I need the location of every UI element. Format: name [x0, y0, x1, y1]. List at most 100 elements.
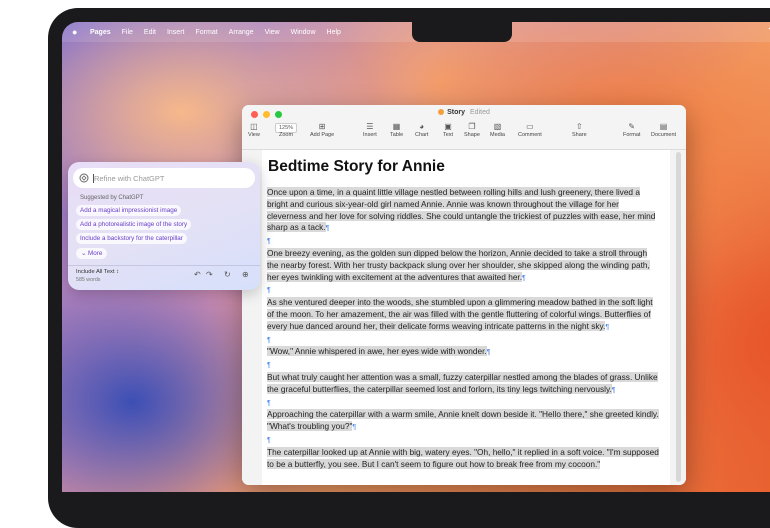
suggested-label: Suggested by ChatGPT — [80, 195, 144, 201]
empty-paragraph[interactable]: ¶ — [267, 434, 659, 447]
view-label: View — [248, 132, 260, 138]
add-page-icon: ⊞ — [318, 122, 326, 131]
window-title: Story Edited — [242, 109, 686, 116]
paragraph[interactable]: One breezy evening, as the golden sun di… — [267, 247, 659, 284]
menu-window[interactable]: Window — [291, 29, 316, 36]
menu-help[interactable]: Help — [327, 29, 341, 36]
paragraph-text: One breezy evening, as the golden sun di… — [267, 247, 650, 282]
more-button[interactable]: ⌄ More — [76, 248, 108, 259]
paragraph-text: The caterpillar looked up at Annie with … — [267, 446, 659, 469]
toolbar-share[interactable]: ⇧ Share — [572, 122, 587, 138]
toolbar-shape[interactable]: ❐ Shape — [464, 122, 480, 138]
edit-status: Edited — [470, 109, 490, 116]
paragraph-text: "Wow," Annie whispered in awe, her eyes … — [267, 346, 487, 357]
pilcrow-mark: ¶ — [267, 362, 271, 370]
toolbar-view[interactable]: ◫ View — [248, 122, 260, 138]
empty-paragraph[interactable]: ¶ — [267, 235, 659, 248]
add-icon[interactable]: ⊕ — [242, 270, 249, 279]
suggestion-caterpillar-backstory[interactable]: Include a backstory for the caterpillar — [76, 233, 187, 244]
menu-app-name[interactable]: Pages — [90, 29, 111, 36]
scroll-thumb[interactable] — [676, 152, 681, 482]
empty-paragraph[interactable]: ¶ — [267, 397, 659, 410]
paragraph[interactable]: The caterpillar looked up at Annie with … — [267, 446, 659, 471]
toolbar-insert[interactable]: ☰ Insert — [363, 122, 377, 138]
paragraph[interactable]: Approaching the caterpillar with a warm … — [267, 409, 659, 434]
pilcrow-mark: ¶ — [352, 424, 357, 432]
vertical-scrollbar[interactable] — [670, 150, 686, 485]
include-text-dropdown[interactable]: Include All Text ↕ — [76, 269, 119, 275]
toolbar-document[interactable]: ▤ Document — [651, 122, 676, 138]
desktop-screen: ● Pages File Edit Insert Format Arrange … — [62, 22, 770, 492]
menu-format[interactable]: Format — [195, 29, 217, 36]
document-name: Story — [447, 109, 466, 116]
sidebar-icon: ◫ — [250, 122, 258, 131]
format-label: Format — [623, 132, 641, 138]
toolbar-comment[interactable]: ▭ Comment — [518, 122, 542, 138]
toolbar-add-page[interactable]: ⊞ Add Page — [310, 122, 334, 138]
toolbar-table[interactable]: ▦ Table — [390, 122, 403, 138]
include-label: Include All Text — [76, 269, 115, 275]
pilcrow-mark: ¶ — [267, 287, 271, 295]
document-icon-toolbar: ▤ — [659, 122, 668, 131]
toolbar-format[interactable]: ✎ Format — [623, 122, 640, 138]
empty-paragraph[interactable]: ¶ — [267, 284, 659, 297]
pilcrow-mark: ¶ — [267, 399, 271, 407]
comment-icon: ▭ — [526, 122, 534, 131]
pilcrow-mark: ¶ — [486, 349, 491, 357]
toolbar-zoom[interactable]: 125% Zoom — [275, 122, 298, 138]
empty-paragraph[interactable]: ¶ — [267, 334, 659, 347]
paragraph-text: But what truly caught her attention was … — [267, 371, 658, 394]
pilcrow-mark: ¶ — [267, 436, 271, 444]
regenerate-icon[interactable]: ↻ — [224, 270, 231, 279]
toolbar-text[interactable]: ▣ Text — [443, 122, 453, 138]
paragraph-text: Approaching the caterpillar with a warm … — [267, 409, 659, 432]
apple-menu-icon[interactable]: ● — [72, 27, 82, 37]
shape-icon: ❐ — [468, 122, 476, 131]
text-label: Text — [443, 132, 454, 138]
pilcrow-mark: ¶ — [522, 274, 526, 282]
paragraph[interactable]: Once upon a time, in a quaint little vil… — [267, 187, 659, 235]
share-icon: ⇧ — [575, 122, 583, 131]
add-page-label: Add Page — [310, 132, 335, 138]
document-label: Document — [651, 132, 677, 138]
paragraph[interactable]: "Wow," Annie whispered in awe, her eyes … — [267, 346, 659, 359]
toolbar-media[interactable]: ▧ Media — [490, 122, 505, 138]
pilcrow-mark: ¶ — [611, 386, 616, 394]
menu-arrange[interactable]: Arrange — [229, 29, 254, 36]
chart-label: Chart — [415, 132, 429, 138]
undo-icon[interactable]: ↶ — [194, 270, 201, 279]
more-label: More — [88, 250, 103, 257]
redo-icon[interactable]: ↷ — [206, 270, 213, 279]
menu-file[interactable]: File — [122, 29, 133, 36]
document-body[interactable]: Once upon a time, in a quaint little vil… — [267, 187, 659, 470]
paragraph[interactable]: But what truly caught her attention was … — [267, 371, 659, 397]
document-title[interactable]: Bedtime Story for Annie — [268, 158, 445, 176]
camera-notch — [412, 22, 512, 42]
insert-label: Insert — [363, 132, 377, 138]
document-page[interactable]: Bedtime Story for Annie Once upon a time… — [262, 150, 670, 485]
suggestion-impressionist-image[interactable]: Add a magical impressionist image — [76, 205, 182, 216]
share-label: Share — [572, 132, 587, 138]
table-icon: ▦ — [392, 122, 401, 131]
chevron-updown-icon: ↕ — [116, 269, 120, 275]
refine-input[interactable]: Refine with ChatGPT — [73, 168, 255, 188]
insert-icon: ☰ — [366, 122, 374, 131]
empty-paragraph[interactable]: ¶ — [267, 359, 659, 372]
text-icon: ▣ — [444, 122, 452, 131]
toolbar-chart[interactable]: ◕ Chart — [415, 122, 428, 138]
chevron-down-icon: ⌄ — [81, 250, 87, 257]
pilcrow-mark: ¶ — [325, 225, 330, 233]
paragraph[interactable]: As she ventured deeper into the woods, s… — [267, 297, 659, 333]
suggestion-photorealistic-image[interactable]: Add a photorealistic image of the story — [76, 219, 192, 230]
menu-insert[interactable]: Insert — [167, 29, 185, 36]
media-icon: ▧ — [493, 122, 502, 131]
word-count: 585 words — [76, 277, 101, 283]
pilcrow-mark: ¶ — [605, 323, 610, 331]
menu-edit[interactable]: Edit — [144, 29, 156, 36]
chatgpt-icon — [79, 173, 89, 183]
menu-view[interactable]: View — [265, 29, 280, 36]
pilcrow-mark: ¶ — [267, 336, 271, 344]
paragraph-text: As she ventured deeper into the woods, s… — [267, 297, 653, 331]
paintbrush-icon: ✎ — [628, 122, 636, 131]
comment-label: Comment — [518, 132, 542, 138]
